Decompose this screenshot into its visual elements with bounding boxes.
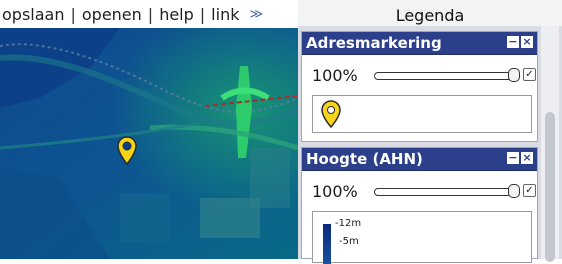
legend-title: Legenda bbox=[298, 0, 562, 26]
layer-symbol-box bbox=[312, 95, 532, 133]
layer-title: Adresmarkering bbox=[306, 34, 442, 52]
map-pin-icon[interactable] bbox=[117, 136, 137, 166]
menu-help[interactable]: help bbox=[159, 5, 194, 24]
scale-label: -12m bbox=[335, 218, 362, 229]
opacity-slider[interactable] bbox=[374, 188, 514, 196]
layer-header: Hoogte (AHN) − × bbox=[302, 148, 537, 171]
legend-scrollbar[interactable] bbox=[541, 26, 559, 262]
menu-separator: | bbox=[199, 4, 206, 24]
map-view[interactable] bbox=[0, 28, 298, 259]
top-menu: opslaan | openen | help | link ≫ bbox=[0, 0, 300, 28]
minimize-button[interactable]: − bbox=[507, 152, 519, 164]
close-button[interactable]: × bbox=[521, 152, 533, 164]
collapse-legend-icon[interactable]: ≫ bbox=[249, 7, 263, 22]
scrollbar-thumb[interactable] bbox=[545, 112, 555, 262]
menu-link[interactable]: link bbox=[211, 5, 239, 24]
opacity-value: 100% bbox=[312, 182, 358, 201]
opacity-row: 100% ✓ bbox=[302, 171, 537, 211]
visibility-checkbox[interactable]: ✓ bbox=[523, 184, 536, 197]
menu-separator: | bbox=[70, 4, 76, 24]
layer-adresmarkering: Adresmarkering − × 100% ✓ bbox=[301, 31, 538, 142]
map-pin-icon bbox=[321, 100, 341, 128]
menu-openen[interactable]: openen bbox=[82, 5, 142, 24]
elevation-scale-box: -12m -5m bbox=[312, 211, 532, 264]
opacity-slider[interactable] bbox=[374, 72, 514, 80]
visibility-checkbox[interactable]: ✓ bbox=[523, 68, 536, 81]
elevation-color-bar bbox=[323, 224, 331, 264]
menu-opslaan[interactable]: opslaan bbox=[2, 5, 64, 24]
elevation-map[interactable] bbox=[0, 28, 298, 259]
layer-hoogte-ahn: Hoogte (AHN) − × 100% ✓ -12m -5m bbox=[301, 147, 538, 264]
layer-title: Hoogte (AHN) bbox=[306, 150, 423, 168]
opacity-value: 100% bbox=[312, 66, 358, 85]
minimize-button[interactable]: − bbox=[507, 36, 519, 48]
opacity-slider-handle[interactable] bbox=[508, 184, 520, 198]
menu-separator: | bbox=[147, 4, 154, 24]
legend-panel: Legenda Adresmarkering − × 100% ✓ Hoogte… bbox=[298, 0, 562, 264]
close-button[interactable]: × bbox=[521, 36, 533, 48]
opacity-slider-handle[interactable] bbox=[508, 68, 520, 82]
scale-label: -5m bbox=[339, 236, 359, 247]
opacity-row: 100% ✓ bbox=[302, 55, 537, 95]
layer-header: Adresmarkering − × bbox=[302, 32, 537, 55]
